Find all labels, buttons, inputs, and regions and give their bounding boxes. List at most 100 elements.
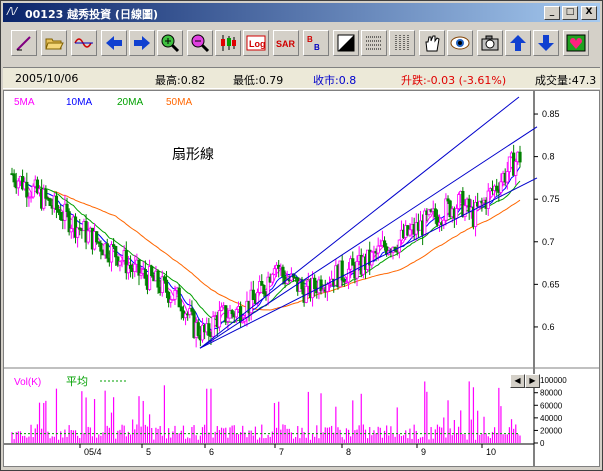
arrow-left-icon (106, 36, 122, 50)
up-button[interactable] (505, 30, 531, 56)
hand-button[interactable] (419, 30, 445, 56)
ma5-line (11, 159, 521, 333)
candle-body (56, 209, 61, 213)
grid-h-button[interactable] (361, 30, 387, 56)
title-bar[interactable]: /\/ 00123 越秀投資 (日線圖) _ □ X (3, 3, 600, 22)
price-chart[interactable]: 0.85 0.8 0.75 0.7 0.65 0.6 100000 80000 60000 400… (4, 91, 599, 466)
camera-button[interactable] (477, 30, 503, 56)
candle-body (272, 268, 277, 275)
maximize-button[interactable]: □ (562, 6, 578, 20)
open-button[interactable] (41, 30, 67, 56)
zoom-in-icon (161, 34, 180, 53)
candle-body (230, 310, 234, 315)
volume-label: Vol(K) (14, 377, 41, 388)
grid-rows-icon (366, 36, 382, 50)
candle-body (226, 317, 230, 322)
candle-body (454, 208, 459, 219)
minimize-button[interactable]: _ (544, 6, 560, 20)
candles-button[interactable] (215, 30, 241, 56)
candle-body (486, 190, 490, 209)
candlestick-icon (221, 35, 236, 51)
draw-line-button[interactable] (11, 30, 37, 56)
contrast-icon (337, 34, 355, 52)
candle-body (346, 268, 351, 283)
high-value: 最高:0.82 (155, 74, 206, 87)
grid-v-button[interactable] (389, 30, 415, 56)
volume-scroll-left-button[interactable]: ◀ (510, 374, 525, 388)
svg-text:B: B (314, 43, 320, 52)
zoom-in-button[interactable] (157, 30, 183, 56)
candle-body (251, 289, 255, 300)
eye-button[interactable] (447, 30, 473, 56)
volume-value: 成交量:47.3 (535, 74, 597, 87)
candle-body (164, 279, 169, 293)
candle-body (397, 239, 401, 253)
x-tick-label: 10 (486, 447, 496, 457)
price-tick-label: 0.7 (542, 237, 555, 247)
candle-body (505, 171, 509, 183)
candle-body (31, 185, 35, 198)
arrow-down-icon (538, 35, 554, 51)
sar-button[interactable]: SAR (273, 30, 299, 56)
candle-body (262, 284, 266, 295)
sar-icon: SAR (276, 39, 296, 49)
candle-body (114, 246, 118, 258)
fan-line-1 (199, 96, 520, 349)
candle-body (444, 198, 448, 221)
candle-body (382, 240, 387, 248)
chart-area[interactable]: 0.85 0.8 0.75 0.7 0.65 0.6 100000 80000 60000 400… (3, 90, 600, 467)
candle-body (211, 316, 215, 337)
candle-body (162, 276, 166, 281)
candle-body (376, 245, 380, 254)
hand-icon (425, 35, 440, 52)
contrast-button[interactable] (333, 30, 359, 56)
down-button[interactable] (533, 30, 559, 56)
zoom-out-button[interactable] (187, 30, 213, 56)
svg-text:SAR: SAR (276, 39, 296, 49)
candle-body (69, 228, 73, 233)
candle-body (133, 263, 137, 273)
app-icon: /\/ (7, 6, 18, 17)
volume-tick-label: 0 (540, 439, 545, 448)
candle-body (300, 281, 304, 290)
log-scale-button[interactable]: Log (243, 30, 269, 56)
scroll-left-button[interactable] (101, 30, 127, 56)
x-tick-label: 7 (279, 447, 284, 457)
candle-body (234, 309, 238, 318)
legend-ma5: 5MA (14, 97, 35, 108)
candle-body (109, 244, 114, 263)
bollinger-button[interactable]: BB (303, 30, 329, 56)
candle-body (128, 264, 133, 269)
pencil-icon (16, 36, 31, 51)
candle-body (54, 195, 59, 210)
x-tick-label: 6 (209, 447, 214, 457)
candle-body (270, 273, 274, 283)
volume-scroll-right-button[interactable]: ▶ (525, 374, 540, 388)
candle-body (118, 261, 122, 266)
close-button[interactable]: X (581, 6, 597, 20)
candle-body (137, 259, 141, 276)
eye-icon (450, 36, 470, 50)
date-value: 2005/10/06 (15, 72, 79, 85)
low-value: 最低:0.79 (233, 74, 284, 87)
x-tick-label: 8 (346, 447, 351, 457)
candle-body (281, 266, 285, 278)
arrow-right-icon (134, 36, 150, 50)
fan-line-2 (199, 126, 538, 349)
candle-body (65, 203, 69, 213)
wave-button[interactable] (71, 30, 97, 56)
change-value: 升跌:-0.03 (-3.61%) (401, 74, 507, 87)
candle-body (48, 198, 52, 206)
price-tick-label: 0.75 (542, 194, 560, 204)
legend-ma20: 20MA (117, 97, 143, 108)
candle-body (408, 229, 412, 236)
heart-icon (566, 34, 586, 52)
price-tick-label: 0.85 (542, 109, 560, 119)
candle-body (207, 323, 211, 336)
grid-cols-icon (395, 35, 409, 51)
scroll-right-button[interactable] (129, 30, 155, 56)
price-tick-label: 0.8 (542, 152, 555, 162)
candle-body (351, 258, 355, 266)
favorite-button[interactable] (563, 30, 589, 56)
candle-body (156, 270, 160, 288)
